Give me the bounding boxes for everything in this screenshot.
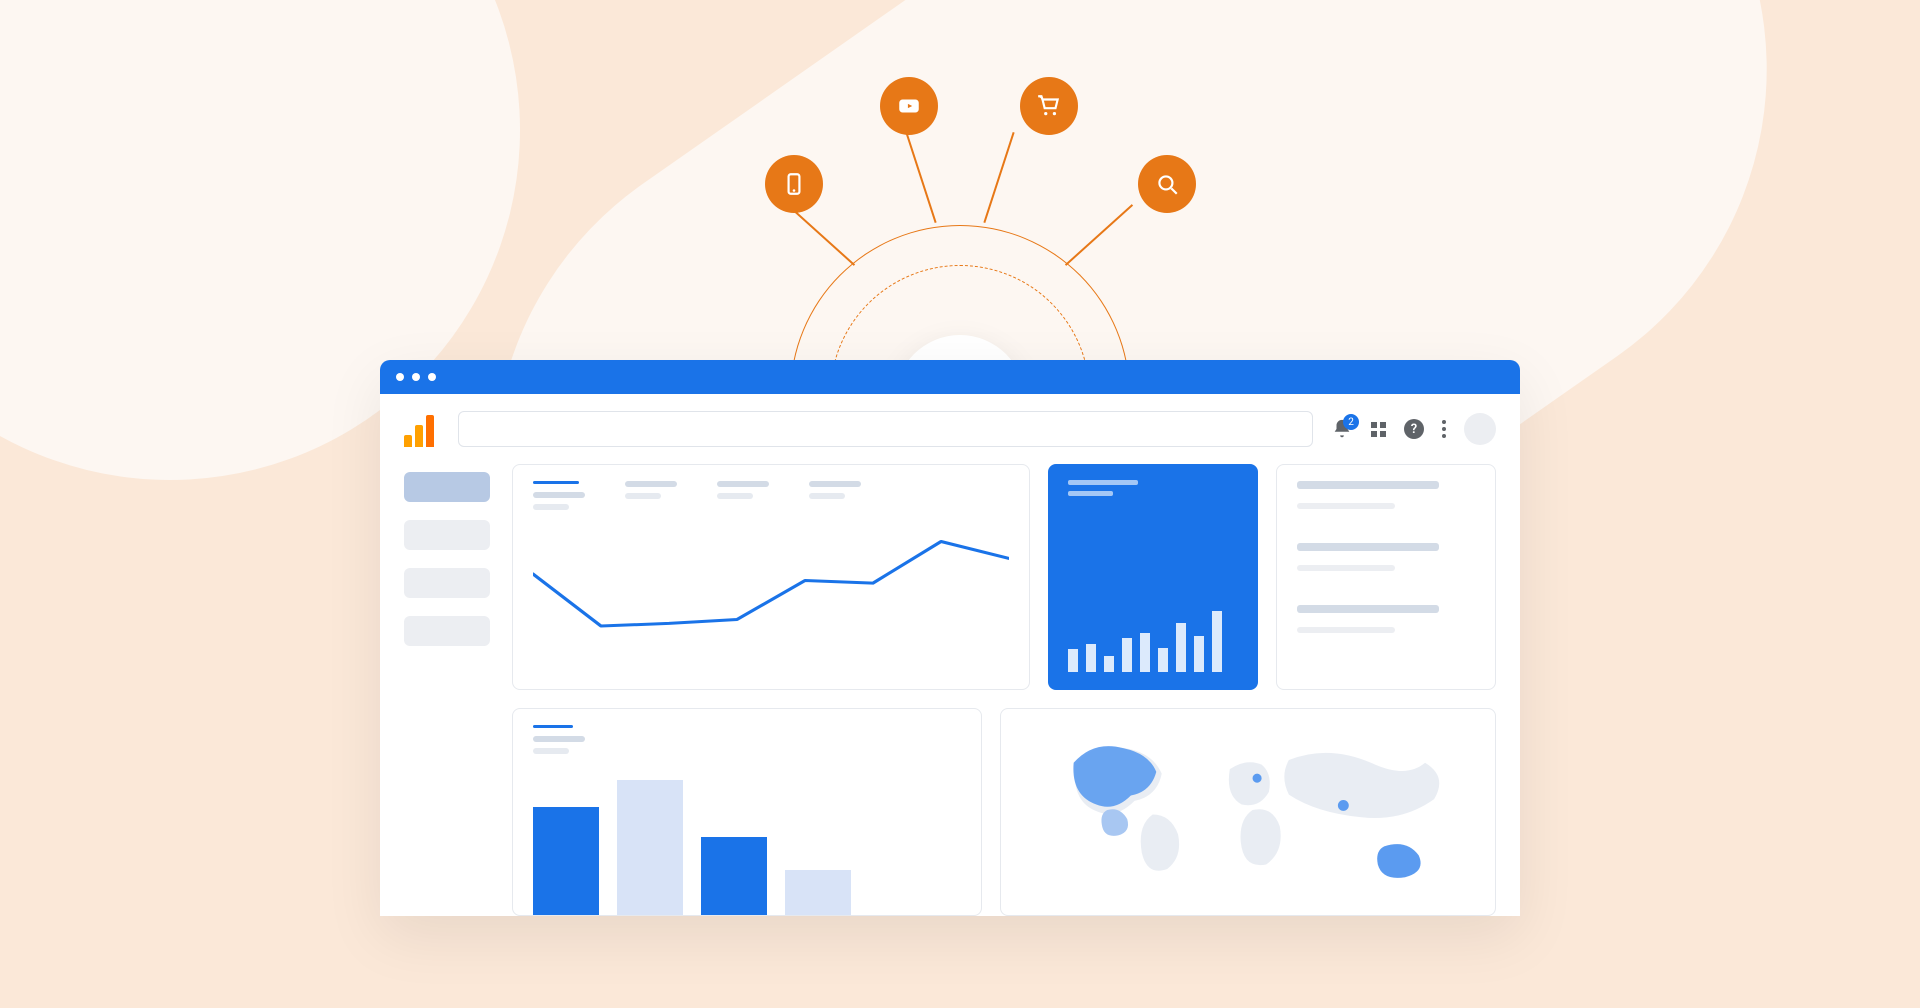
window-dot xyxy=(396,373,404,381)
metric-tab-2[interactable] xyxy=(625,481,677,510)
mini-bars xyxy=(1068,582,1238,672)
bar-chart-bars xyxy=(533,765,961,915)
metric-tab-3[interactable] xyxy=(717,481,769,510)
realtime-bar-card xyxy=(1048,464,1258,690)
notifications-button[interactable]: 2 xyxy=(1331,418,1353,440)
analytics-logo-icon[interactable] xyxy=(404,411,440,447)
mobile-icon xyxy=(765,155,823,213)
window-dot xyxy=(428,373,436,381)
sidebar-item-1[interactable] xyxy=(404,472,490,502)
metric-tab-1[interactable] xyxy=(533,481,585,510)
metric-tabs xyxy=(533,481,1009,510)
geo-map-card xyxy=(1000,708,1496,916)
avatar[interactable] xyxy=(1464,413,1496,445)
metric-tab-4[interactable] xyxy=(809,481,861,510)
sidebar-nav xyxy=(404,464,490,916)
bar-chart-card xyxy=(512,708,982,916)
app-topbar: 2 ? xyxy=(380,394,1520,464)
help-icon[interactable]: ? xyxy=(1404,419,1424,439)
sidebar-item-2[interactable] xyxy=(404,520,490,550)
line-chart-card xyxy=(512,464,1030,690)
sidebar-item-4[interactable] xyxy=(404,616,490,646)
shopping-cart-icon xyxy=(1020,77,1078,135)
stem-mobile xyxy=(787,204,855,266)
summary-list-card xyxy=(1276,464,1496,690)
line-chart-svg xyxy=(533,522,1009,652)
browser-titlebar xyxy=(380,360,1520,394)
apps-grid-icon[interactable] xyxy=(1371,422,1386,437)
overflow-menu-button[interactable] xyxy=(1442,420,1446,438)
video-play-icon xyxy=(880,77,938,135)
notifications-badge: 2 xyxy=(1343,414,1359,430)
stem-cart xyxy=(983,132,1014,223)
window-dot xyxy=(412,373,420,381)
world-map-svg xyxy=(1021,725,1475,895)
stem-search xyxy=(1065,204,1133,266)
sidebar-item-3[interactable] xyxy=(404,568,490,598)
search-input[interactable] xyxy=(458,411,1313,447)
stem-video xyxy=(905,132,936,223)
browser-window: 2 ? xyxy=(380,360,1520,916)
search-icon xyxy=(1138,155,1196,213)
